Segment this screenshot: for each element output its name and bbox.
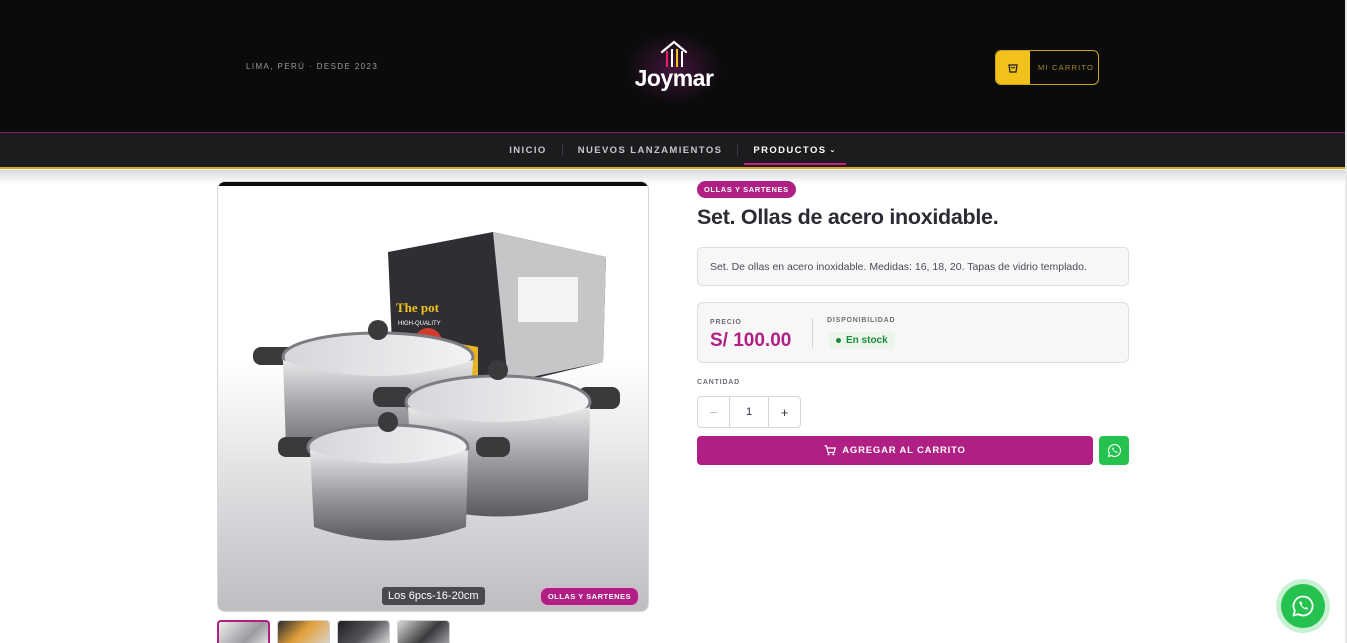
nav-shadow bbox=[0, 170, 1346, 184]
location-tagline: LIMA, PERÚ · DESDE 2023 bbox=[246, 62, 379, 71]
price-panel: PRECIO S/ 100.00 DISPONIBILIDAD En stock bbox=[697, 302, 1129, 363]
stock-status-badge: En stock bbox=[829, 332, 895, 349]
image-category-badge: OLLAS Y SARTENES bbox=[539, 587, 639, 606]
availability-label: DISPONIBILIDAD bbox=[827, 317, 896, 324]
nav-item-nuevos-lanzamientos[interactable]: NUEVOS LANZAMIENTOS bbox=[563, 133, 738, 167]
whatsapp-float-button[interactable] bbox=[1276, 579, 1330, 633]
product-photo-pots: The pot HIGH-QUALITY bbox=[253, 232, 620, 541]
add-to-cart-button[interactable]: AGREGAR AL CARRITO bbox=[697, 436, 1093, 465]
decrement-button[interactable]: − bbox=[698, 397, 730, 427]
thumbnail-4[interactable] bbox=[397, 620, 450, 643]
whatsapp-float-inner bbox=[1281, 584, 1325, 628]
nav-item-productos[interactable]: PRODUCTOS ⌄ bbox=[738, 133, 851, 167]
cart-button[interactable]: MI CARRITO bbox=[995, 50, 1099, 85]
thumbnail-strip bbox=[217, 620, 450, 643]
thumbnail-2[interactable] bbox=[277, 620, 330, 643]
main-nav: INICIO NUEVOS LANZAMIENTOS PRODUCTOS ⌄ bbox=[0, 133, 1346, 169]
brand-logo[interactable]: Joymar bbox=[624, 32, 724, 104]
whatsapp-icon bbox=[1107, 443, 1121, 458]
cart-icon-box bbox=[996, 51, 1030, 84]
stock-status-text: En stock bbox=[846, 335, 888, 346]
add-to-cart-label: AGREGAR AL CARRITO bbox=[842, 445, 966, 456]
thumbnail-1[interactable] bbox=[217, 620, 270, 643]
cart-icon bbox=[1008, 63, 1018, 73]
logo-text: Joymar bbox=[634, 65, 714, 91]
cart-label: MI CARRITO bbox=[1038, 63, 1095, 72]
product-image-main[interactable]: The pot HIGH-QUALITY Los 6pcs-16-20cm OL… bbox=[217, 181, 649, 612]
thumbnail-3[interactable] bbox=[337, 620, 390, 643]
nav-item-inicio[interactable]: INICIO bbox=[494, 133, 561, 167]
box-title-text: The pot bbox=[396, 300, 440, 315]
quantity-stepper: − 1 + bbox=[697, 396, 801, 428]
quantity-input[interactable]: 1 bbox=[730, 397, 768, 427]
status-dot-icon bbox=[836, 338, 841, 343]
price-divider bbox=[812, 318, 813, 348]
whatsapp-share-button[interactable] bbox=[1099, 436, 1129, 465]
category-badge[interactable]: OLLAS Y SARTENES bbox=[697, 181, 796, 198]
price-label: PRECIO bbox=[710, 319, 742, 326]
product-description: Set. De ollas en acero inoxidable. Medid… bbox=[697, 247, 1129, 286]
product-price: S/ 100.00 bbox=[710, 330, 792, 351]
increment-button[interactable]: + bbox=[768, 397, 800, 427]
product-title: Set. Ollas de acero inoxidable. bbox=[697, 205, 999, 229]
image-caption: Los 6pcs-16-20cm bbox=[382, 587, 485, 605]
site-header: LIMA, PERÚ · DESDE 2023 Joymar MI CARRIT… bbox=[0, 0, 1346, 133]
whatsapp-icon bbox=[1292, 595, 1314, 617]
chevron-down-icon: ⌄ bbox=[829, 147, 837, 154]
box-subtext: HIGH-QUALITY bbox=[398, 321, 441, 327]
nav-item-label: PRODUCTOS bbox=[753, 144, 827, 156]
cart-icon bbox=[824, 445, 837, 456]
quantity-label: CANTIDAD bbox=[697, 379, 740, 386]
